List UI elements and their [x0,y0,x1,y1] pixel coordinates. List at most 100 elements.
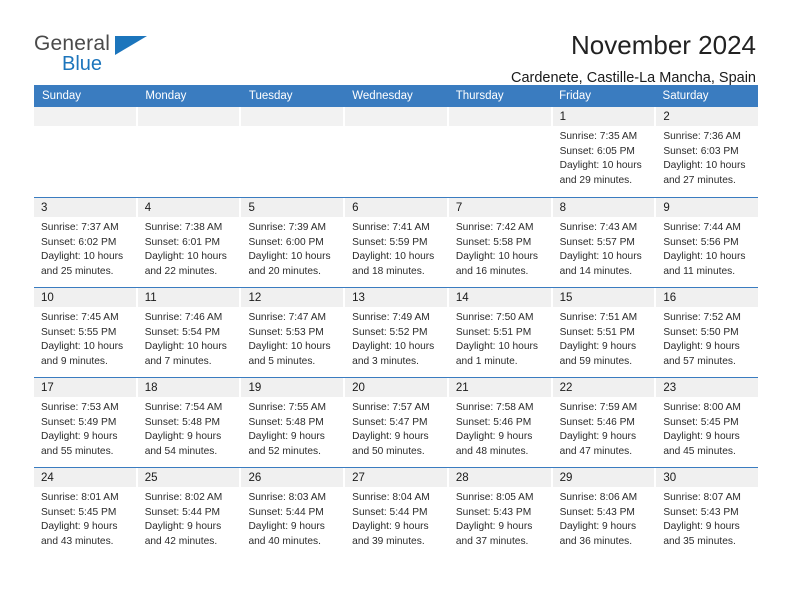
day-cell[interactable]: 1 Sunrise: 7:35 AM Sunset: 6:05 PM Daylight… [552,107,657,197]
day-cell[interactable]: 2 Sunrise: 7:36 AM Sunset: 6:03 PM Daylight… [656,107,759,197]
sunset-text: Sunset: 5:58 PM [455,236,532,248]
day-number-band: 11 [137,288,240,307]
calendar-weeks: 1 Sunrise: 7:35 AM Sunset: 6:05 PM Daylight… [34,107,759,557]
daylight-text: Daylight: 10 hours [248,341,331,353]
sunset-text: Sunset: 5:44 PM [352,506,428,518]
day-details: Sunrise: 7:47 AM Sunset: 5:53 PM Daylight:… [241,307,343,369]
day-details: Sunrise: 7:35 AM Sunset: 6:05 PM Daylight:… [553,126,655,188]
day-cell[interactable]: 18 Sunrise: 7:54 AM Sunset: 5:48 PM Dayligh… [137,378,242,467]
sunrise-text: Sunrise: 7:51 AM [559,312,638,323]
day-cell[interactable]: 3 Sunrise: 7:37 AM Sunset: 6:02 PM Daylight… [34,198,138,287]
day-details: Sunrise: 8:03 AM Sunset: 5:44 PM Daylight:… [241,487,343,549]
weekday-header-sunday: Sunday [42,90,82,102]
day-cell[interactable]: 13 Sunrise: 7:49 AM Sunset: 5:52 PM Dayligh… [345,288,449,377]
day-number: 9 [663,202,670,214]
day-number-band [137,107,240,126]
page-header: General Blue November 2024 Cardenete, Ca… [0,0,792,86]
sunrise-text: Sunrise: 7:55 AM [248,402,327,413]
daylight-text-cont: and 14 minutes. [559,265,633,277]
day-cell[interactable]: 25 Sunrise: 8:02 AM Sunset: 5:44 PM Dayligh… [137,468,242,557]
sunrise-text: Sunrise: 8:02 AM [144,492,223,503]
day-number: 28 [455,472,469,484]
day-cell[interactable]: 27 Sunrise: 8:04 AM Sunset: 5:44 PM Dayligh… [345,468,449,557]
weekday-header-friday: Friday [559,90,592,102]
day-cell[interactable]: 8 Sunrise: 7:43 AM Sunset: 5:57 PM Daylight… [552,198,657,287]
day-cell[interactable]: 16 Sunrise: 7:52 AM Sunset: 5:50 PM Dayligh… [656,288,759,377]
day-cell[interactable]: 14 Sunrise: 7:50 AM Sunset: 5:51 PM Dayligh… [448,288,553,377]
day-details: Sunrise: 7:42 AM Sunset: 5:58 PM Daylight:… [449,217,551,279]
daylight-text-cont: and 50 minutes. [352,445,425,457]
day-number: 24 [41,472,54,484]
day-number: 4 [144,202,152,214]
day-cell[interactable]: 4 Sunrise: 7:38 AM Sunset: 6:01 PM Daylight… [137,198,242,287]
day-details [34,126,136,130]
day-cell[interactable]: 10 Sunrise: 7:45 AM Sunset: 5:55 PM Dayligh… [34,288,138,377]
day-details: Sunrise: 7:53 AM Sunset: 5:49 PM Daylight:… [34,397,136,459]
day-cell[interactable]: 23 Sunrise: 8:00 AM Sunset: 5:45 PM Dayligh… [656,378,759,467]
calendar-page: General Blue November 2024 Cardenete, Ca… [0,0,792,612]
day-cell[interactable]: 7 Sunrise: 7:42 AM Sunset: 5:58 PM Daylight… [448,198,553,287]
day-cell[interactable]: 20 Sunrise: 7:57 AM Sunset: 5:47 PM Dayligh… [345,378,449,467]
day-number: 8 [559,202,566,214]
sunrise-text: Sunrise: 7:44 AM [663,222,741,233]
sunrise-text: Sunrise: 8:04 AM [352,492,430,503]
daylight-text: Daylight: 10 hours [41,251,124,263]
sunrise-text: Sunrise: 7:46 AM [144,312,223,323]
daylight-text-cont: and 11 minutes. [663,265,736,277]
daylight-text: Daylight: 10 hours [663,251,746,263]
day-cell[interactable]: 9 Sunrise: 7:44 AM Sunset: 5:56 PM Daylight… [656,198,759,287]
sunset-text: Sunset: 5:44 PM [144,506,221,518]
day-number: 6 [352,202,359,214]
day-details: Sunrise: 7:36 AM Sunset: 6:03 PM Daylight:… [656,126,758,188]
day-cell[interactable]: 5 Sunrise: 7:39 AM Sunset: 6:00 PM Daylight… [241,198,346,287]
daylight-text-cont: and 35 minutes. [663,535,736,547]
day-number-band: 8 [552,198,655,217]
day-cell[interactable]: 17 Sunrise: 7:53 AM Sunset: 5:49 PM Dayligh… [34,378,138,467]
day-details: Sunrise: 7:49 AM Sunset: 5:52 PM Daylight:… [345,307,447,369]
sunset-text: Sunset: 5:46 PM [559,416,635,428]
sunset-text: Sunset: 5:45 PM [663,416,739,428]
day-details: Sunrise: 7:51 AM Sunset: 5:51 PM Daylight:… [553,307,655,369]
day-cell[interactable]: 19 Sunrise: 7:55 AM Sunset: 5:48 PM Dayligh… [241,378,346,467]
sunset-text: Sunset: 5:57 PM [559,236,635,248]
day-details: Sunrise: 7:54 AM Sunset: 5:48 PM Daylight:… [138,397,240,459]
day-cell[interactable]: 11 Sunrise: 7:46 AM Sunset: 5:54 PM Dayligh… [137,288,242,377]
day-details: Sunrise: 7:43 AM Sunset: 5:57 PM Daylight:… [553,217,655,279]
daylight-text-cont: and 59 minutes. [559,355,633,367]
daylight-text: Daylight: 9 hours [41,431,118,443]
daylight-text: Daylight: 9 hours [559,341,637,353]
day-details: Sunrise: 7:45 AM Sunset: 5:55 PM Daylight:… [34,307,136,369]
day-cell-empty [448,107,553,197]
day-number-band: 23 [656,378,759,397]
daylight-text: Daylight: 9 hours [352,431,429,443]
day-cell[interactable]: 26 Sunrise: 8:03 AM Sunset: 5:44 PM Dayligh… [241,468,346,557]
day-number-band: 22 [552,378,655,397]
sunset-text: Sunset: 5:52 PM [352,326,428,338]
day-number: 22 [559,382,573,394]
daylight-text: Daylight: 9 hours [455,521,533,533]
day-number: 5 [248,202,255,214]
day-details: Sunrise: 7:38 AM Sunset: 6:01 PM Daylight:… [138,217,240,279]
sunrise-text: Sunrise: 8:01 AM [41,492,119,503]
day-cell[interactable]: 30 Sunrise: 8:07 AM Sunset: 5:43 PM Dayligh… [656,468,759,557]
day-cell[interactable]: 12 Sunrise: 7:47 AM Sunset: 5:53 PM Dayligh… [241,288,346,377]
day-cell[interactable]: 21 Sunrise: 7:58 AM Sunset: 5:46 PM Dayligh… [448,378,553,467]
day-details: Sunrise: 7:59 AM Sunset: 5:46 PM Daylight:… [553,397,655,459]
day-cell[interactable]: 22 Sunrise: 7:59 AM Sunset: 5:46 PM Dayligh… [552,378,657,467]
sunrise-text: Sunrise: 7:59 AM [559,402,638,413]
daylight-text: Daylight: 9 hours [144,431,222,443]
sunset-text: Sunset: 5:43 PM [455,506,532,518]
calendar-week-row: 3 Sunrise: 7:37 AM Sunset: 6:02 PM Daylight… [34,197,759,287]
calendar-week-row: 17 Sunrise: 7:53 AM Sunset: 5:49 PM Dayligh… [34,377,759,467]
sunrise-text: Sunrise: 7:37 AM [41,222,119,233]
day-cell[interactable]: 15 Sunrise: 7:51 AM Sunset: 5:51 PM Dayligh… [552,288,657,377]
day-details: Sunrise: 8:04 AM Sunset: 5:44 PM Daylight:… [345,487,447,549]
day-details: Sunrise: 8:06 AM Sunset: 5:43 PM Daylight:… [553,487,655,549]
day-cell[interactable]: 28 Sunrise: 8:05 AM Sunset: 5:43 PM Dayligh… [448,468,553,557]
day-number-band: 5 [241,198,344,217]
day-cell[interactable]: 6 Sunrise: 7:41 AM Sunset: 5:59 PM Daylight… [345,198,449,287]
general-blue-logo[interactable]: General Blue [34,30,154,78]
day-cell[interactable]: 29 Sunrise: 8:06 AM Sunset: 5:43 PM Dayligh… [552,468,657,557]
day-details: Sunrise: 7:58 AM Sunset: 5:46 PM Daylight:… [449,397,551,459]
day-cell[interactable]: 24 Sunrise: 8:01 AM Sunset: 5:45 PM Dayligh… [34,468,138,557]
